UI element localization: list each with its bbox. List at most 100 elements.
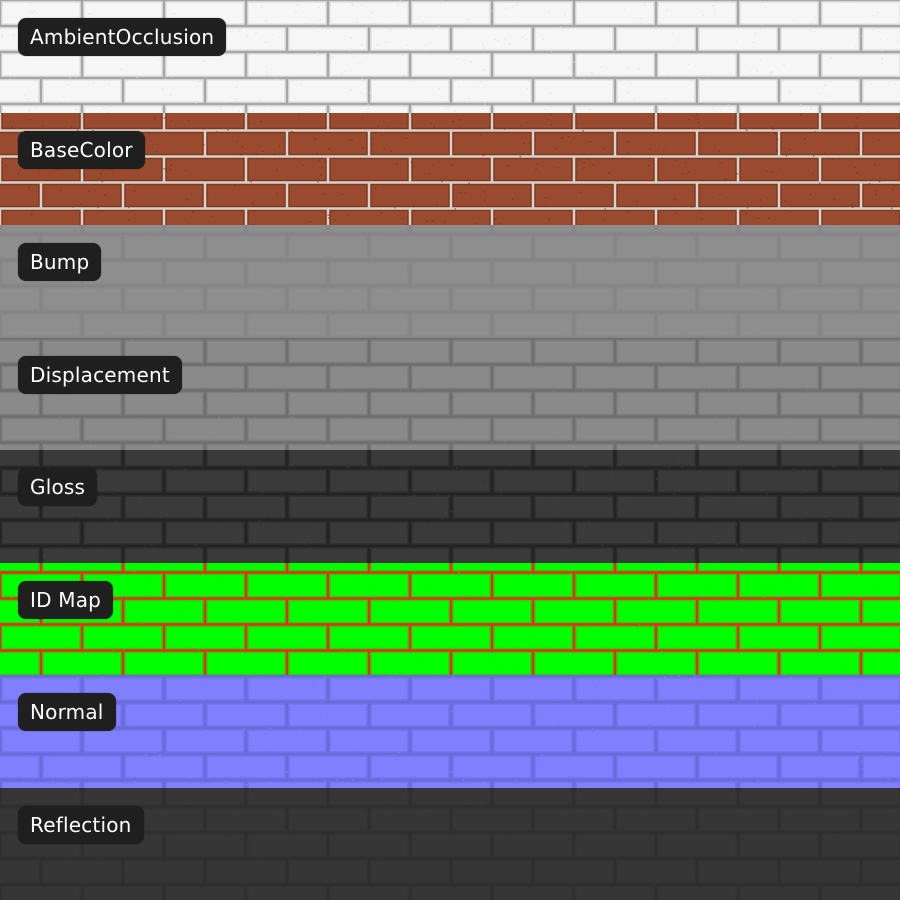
texture-speckle — [430, 122, 432, 124]
brick — [575, 417, 655, 441]
texture-speckle — [343, 649, 345, 652]
texture-speckle — [665, 599, 667, 601]
brick — [780, 27, 860, 51]
brick — [862, 859, 900, 883]
texture-speckle — [824, 84, 826, 87]
texture-speckle — [177, 612, 180, 614]
texture-speckle — [324, 486, 326, 489]
texture-speckle — [700, 217, 703, 220]
texture-speckle — [409, 80, 412, 82]
texture-speckle — [717, 251, 719, 253]
texture-speckle — [433, 344, 436, 346]
brick — [698, 807, 778, 831]
texture-speckle — [29, 118, 32, 120]
brick — [42, 450, 122, 467]
brick — [698, 131, 778, 155]
texture-speckle — [564, 521, 566, 524]
texture-speckle — [881, 58, 883, 60]
texture-speckle — [378, 791, 380, 794]
brick — [124, 703, 204, 727]
texture-speckle — [108, 84, 110, 86]
texture-speckle — [848, 709, 850, 711]
texture-speckle — [356, 825, 358, 827]
texture-speckle — [20, 127, 22, 129]
texture-speckle — [730, 371, 733, 373]
texture-speckle — [833, 198, 836, 200]
brick — [206, 562, 286, 571]
brick — [329, 625, 409, 649]
brick — [534, 495, 614, 519]
texture-speckle — [371, 587, 374, 589]
texture-speckle — [432, 643, 434, 645]
brick — [534, 450, 614, 467]
texture-speckle — [92, 402, 95, 404]
brick — [452, 807, 532, 831]
texture-speckle — [193, 826, 196, 829]
texture-speckle — [31, 12, 33, 15]
texture-speckle — [22, 781, 24, 784]
texture-speckle — [881, 50, 883, 52]
brick — [493, 53, 573, 77]
texture-speckle — [62, 311, 64, 313]
texture-speckle — [500, 488, 502, 490]
texture-speckle — [684, 79, 686, 81]
texture-speckle — [107, 460, 109, 462]
texture-speckle — [12, 679, 14, 682]
texture-speckle — [595, 696, 597, 699]
brick — [411, 261, 491, 285]
texture-speckle — [377, 857, 380, 860]
texture-speckle — [891, 535, 893, 537]
texture-speckle — [878, 180, 881, 182]
texture-speckle — [422, 21, 425, 23]
texture-speckle — [871, 340, 873, 342]
texture-speckle — [394, 290, 396, 293]
texture-speckle — [691, 658, 693, 660]
brick — [124, 79, 204, 103]
texture-speckle — [494, 217, 497, 220]
texture-speckle — [783, 353, 785, 355]
texture-speckle — [562, 318, 564, 320]
texture-speckle — [31, 213, 33, 215]
texture-speckle — [356, 20, 358, 23]
brick — [452, 391, 532, 415]
texture-speckle — [711, 332, 713, 334]
texture-speckle — [600, 499, 602, 501]
texture-speckle — [685, 573, 687, 575]
texture-speckle — [108, 331, 110, 333]
texture-speckle — [120, 68, 122, 71]
reflection-label: Reflection — [18, 805, 144, 844]
brick — [165, 625, 245, 649]
texture-speckle — [156, 150, 158, 152]
texture-speckle — [189, 776, 191, 778]
texture-speckle — [766, 492, 768, 495]
texture-speckle — [818, 52, 820, 54]
texture-speckle — [312, 793, 314, 796]
texture-speckle — [315, 782, 317, 784]
texture-speckle — [682, 316, 684, 318]
texture-speckle — [674, 273, 676, 275]
texture-speckle — [660, 276, 662, 278]
texture-speckle — [544, 196, 546, 199]
texture-speckle — [500, 421, 502, 423]
brick — [862, 651, 900, 675]
brick — [247, 469, 327, 493]
texture-speckle — [530, 635, 533, 638]
texture-speckle — [567, 135, 570, 137]
texture-speckle — [724, 177, 727, 180]
texture-speckle — [566, 524, 568, 526]
texture-speckle — [43, 329, 45, 331]
texture-speckle — [807, 388, 809, 390]
texture-speckle — [413, 269, 415, 271]
brick — [0, 391, 40, 415]
texture-speckle — [561, 136, 563, 138]
texture-speckle — [349, 711, 351, 713]
texture-speckle — [648, 821, 650, 823]
texture-speckle — [397, 887, 399, 890]
texture-speckle — [671, 559, 673, 561]
texture-speckle — [65, 777, 67, 779]
texture-speckle — [150, 816, 152, 818]
texture-speckle — [880, 468, 882, 470]
texture-speckle — [316, 152, 318, 154]
brick — [452, 651, 532, 675]
brick — [534, 339, 614, 363]
